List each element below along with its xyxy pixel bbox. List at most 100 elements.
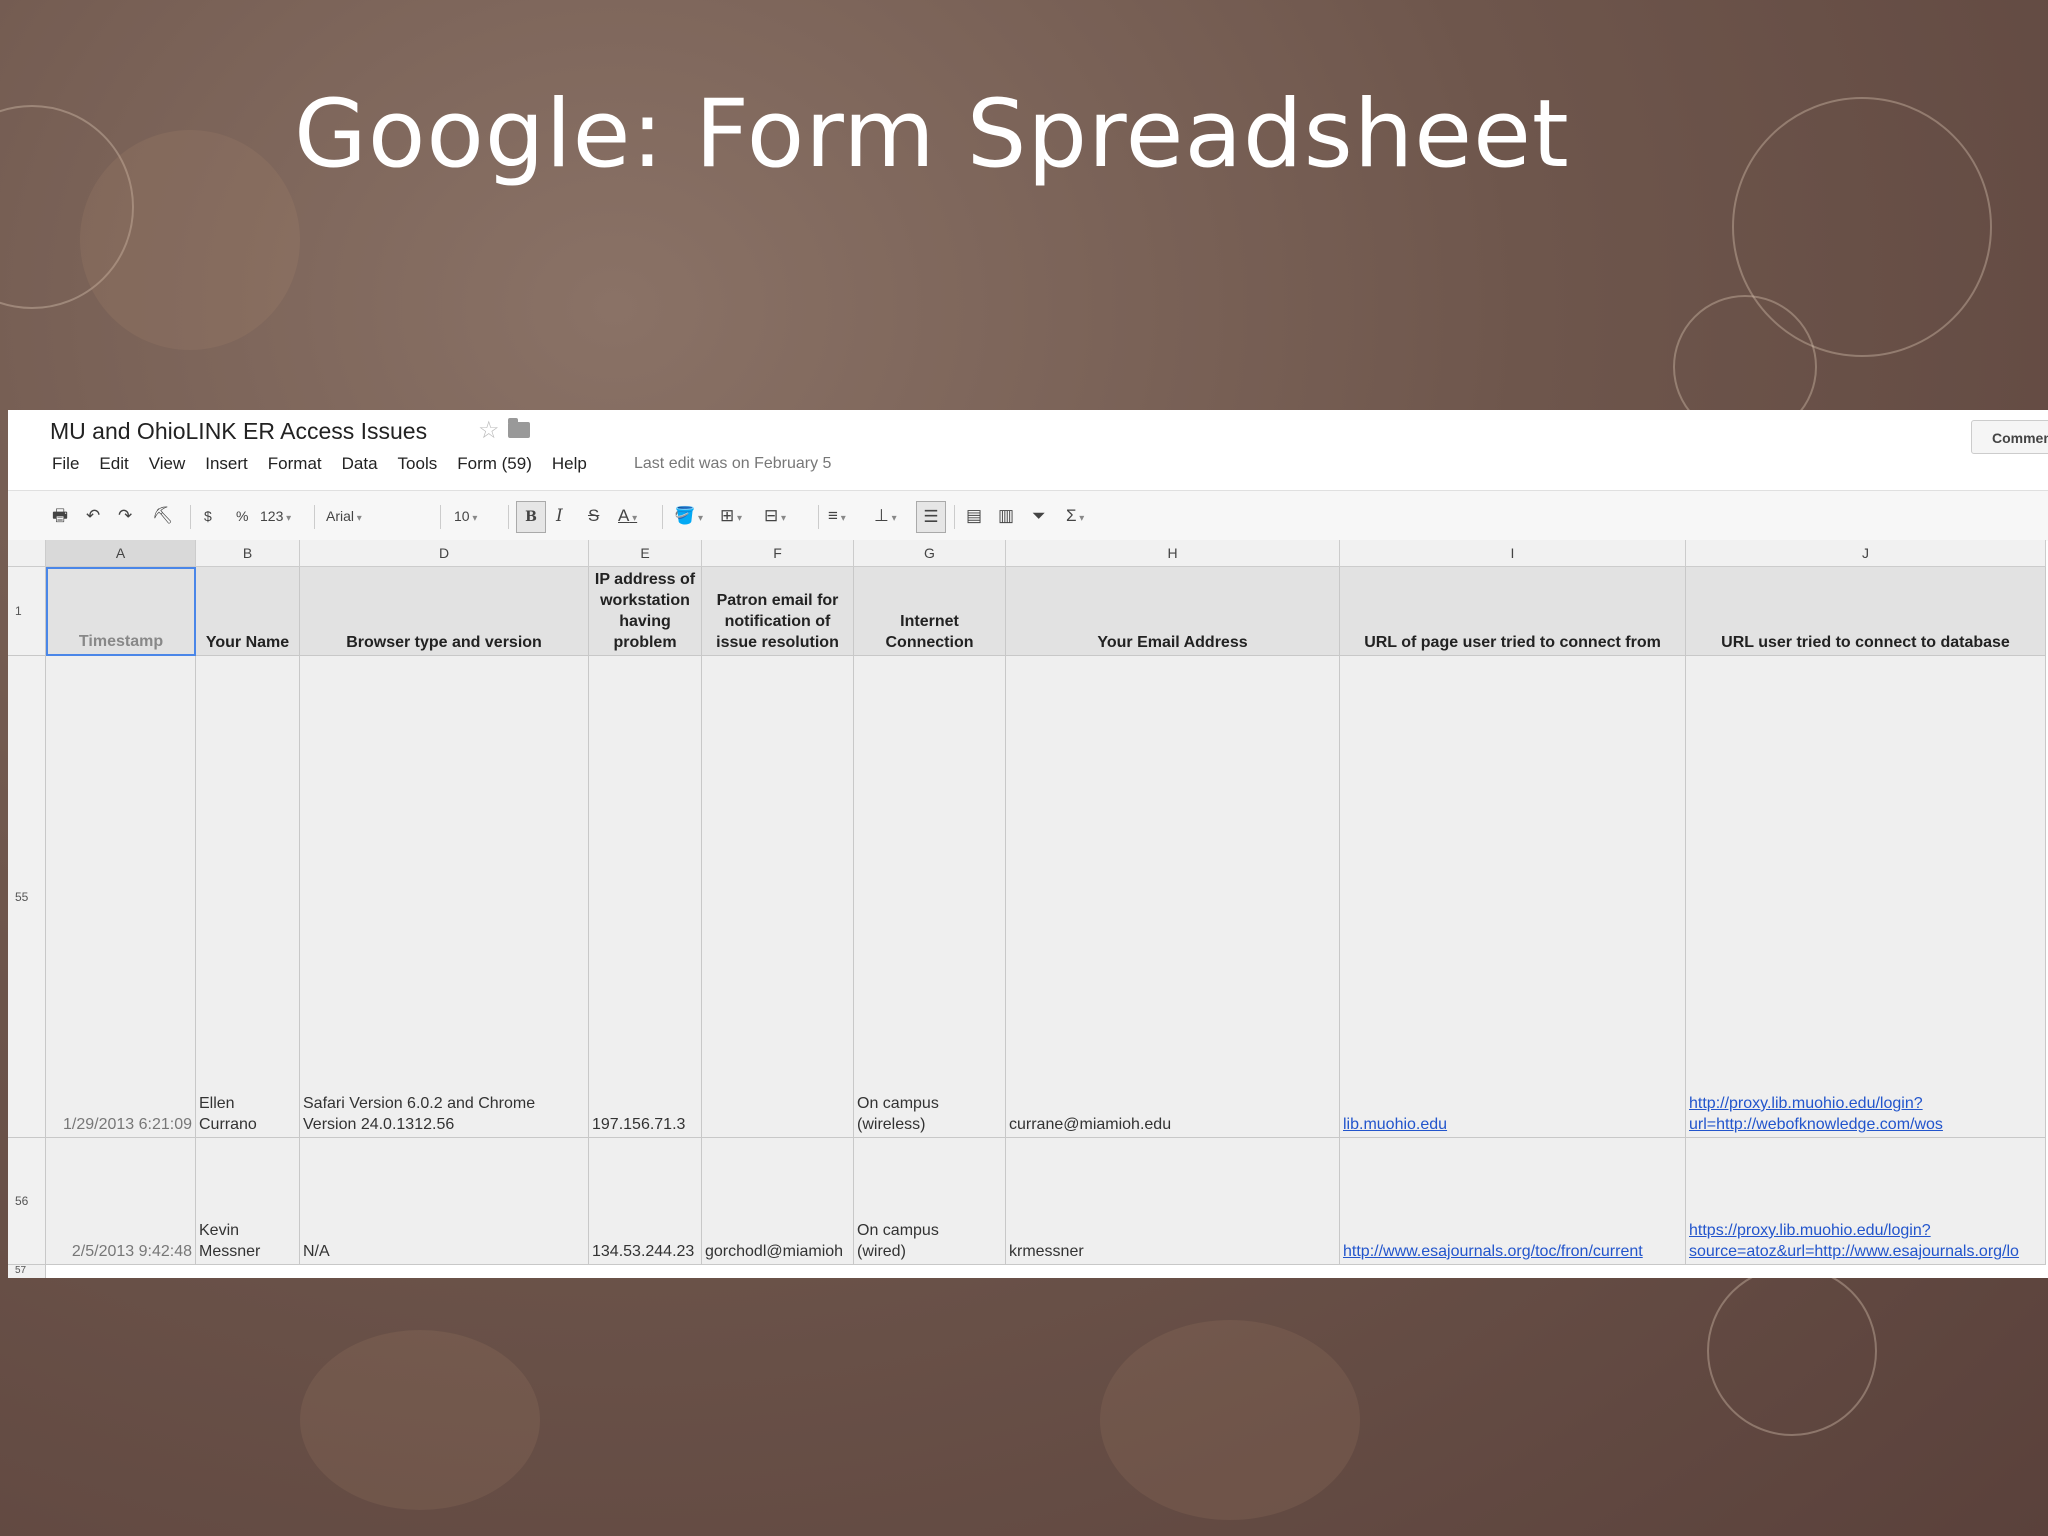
db-url-cell[interactable]: https://proxy.lib.muohio.edu/login? sour… — [1686, 1138, 2046, 1265]
folder-icon[interactable] — [508, 418, 530, 438]
corner-cell[interactable] — [8, 540, 46, 566]
header-cell[interactable]: Internet Connection — [854, 567, 1006, 656]
menu-insert[interactable]: Insert — [205, 454, 248, 474]
menu-form[interactable]: Form (59) — [457, 454, 532, 474]
db-url-cell[interactable]: http://proxy.lib.muohio.edu/login? url=h… — [1686, 656, 2046, 1138]
redo-icon[interactable]: ↷ — [118, 501, 132, 531]
number-format-dropdown[interactable]: 123 — [260, 501, 291, 531]
column-header[interactable]: A — [46, 540, 196, 566]
cell-line: Currano — [199, 1116, 257, 1133]
last-edit-status[interactable]: Last edit was on February 5 — [634, 455, 831, 473]
header-cell[interactable]: Browser type and version — [300, 567, 589, 656]
bokeh-circle — [1100, 1320, 1360, 1520]
vertical-align-icon[interactable]: ⊥ — [874, 501, 897, 531]
column-header[interactable]: E — [589, 540, 702, 566]
table-row: 56 2/5/2013 9:42:48 Kevin Messner N/A 13… — [8, 1138, 2046, 1265]
slide-title: Google: Form Spreadsheet — [294, 80, 1570, 189]
strikethrough-button[interactable]: S — [588, 501, 599, 531]
row-header[interactable]: 1 — [8, 567, 46, 656]
header-cell[interactable]: URL of page user tried to connect from — [1340, 567, 1686, 656]
font-family-dropdown[interactable]: Arial — [326, 501, 430, 531]
star-icon[interactable]: ☆ — [478, 416, 500, 445]
menu-bar: File Edit View Insert Format Data Tools … — [52, 454, 587, 474]
column-header[interactable]: F — [702, 540, 854, 566]
undo-icon[interactable]: ↶ — [86, 501, 100, 531]
row-header[interactable]: 56 — [8, 1138, 46, 1265]
column-header[interactable]: G — [854, 540, 1006, 566]
currency-format-button[interactable]: $ — [204, 501, 212, 531]
cell-line: Messner — [199, 1243, 261, 1260]
patron-email-cell[interactable]: gorchodl@miamioh — [702, 1138, 854, 1265]
functions-button[interactable]: Σ — [1066, 501, 1084, 531]
cell-line: Kevin — [199, 1222, 240, 1239]
ip-cell[interactable]: 134.53.244.23 — [589, 1138, 702, 1265]
bokeh-circle — [300, 1330, 540, 1510]
filter-icon[interactable]: ⏷ — [1032, 501, 1046, 531]
url-link[interactable]: http://www.esajournals.org/toc/fron/curr… — [1343, 1241, 1682, 1262]
email-cell[interactable]: krmessner — [1006, 1138, 1340, 1265]
italic-button[interactable]: I — [556, 501, 563, 531]
browser-cell[interactable]: Safari Version 6.0.2 and Chrome Version … — [300, 656, 589, 1138]
paint-format-icon[interactable]: ⛏ — [152, 501, 174, 531]
comment-icon[interactable]: ▤ — [966, 501, 982, 531]
timestamp-cell[interactable]: 1/29/2013 6:21:09 — [46, 656, 196, 1138]
menu-tools[interactable]: Tools — [398, 454, 438, 474]
browser-cell[interactable]: N/A — [300, 1138, 589, 1265]
from-url-cell[interactable]: lib.muohio.edu — [1340, 656, 1686, 1138]
menu-help[interactable]: Help — [552, 454, 587, 474]
patron-email-cell[interactable] — [702, 656, 854, 1138]
email-cell[interactable]: currane@miamioh.edu — [1006, 656, 1340, 1138]
menu-file[interactable]: File — [52, 454, 79, 474]
header-cell[interactable]: Your Email Address — [1006, 567, 1340, 656]
url-link[interactable]: source=atoz&url=http://www.esajournals.o… — [1689, 1241, 2042, 1262]
menu-data[interactable]: Data — [342, 454, 378, 474]
header-cell[interactable]: IP address of workstation having problem — [589, 567, 702, 656]
document-title[interactable]: MU and OhioLINK ER Access Issues — [50, 418, 427, 445]
wrap-text-icon[interactable]: ☰ — [916, 501, 946, 533]
cell-line: Ellen — [199, 1095, 235, 1112]
chart-icon[interactable]: ▥ — [998, 501, 1014, 531]
merge-cells-icon[interactable]: ⊟ — [764, 501, 786, 531]
url-link[interactable]: lib.muohio.edu — [1343, 1114, 1682, 1135]
from-url-cell[interactable]: http://www.esajournals.org/toc/fron/curr… — [1340, 1138, 1686, 1265]
percent-format-button[interactable]: % — [236, 501, 248, 531]
bokeh-circle — [1732, 97, 1992, 357]
font-size-dropdown[interactable]: 10 — [454, 501, 477, 531]
menu-view[interactable]: View — [149, 454, 186, 474]
borders-icon[interactable]: ⊞ — [720, 501, 742, 531]
connection-cell[interactable]: On campus (wired) — [854, 1138, 1006, 1265]
menu-edit[interactable]: Edit — [99, 454, 128, 474]
column-header[interactable]: B — [196, 540, 300, 566]
bold-button[interactable]: B — [516, 501, 546, 533]
align-icon[interactable]: ≡ — [828, 501, 846, 531]
url-link[interactable]: http://proxy.lib.muohio.edu/login? — [1689, 1093, 2042, 1114]
column-header[interactable]: I — [1340, 540, 1686, 566]
row-header[interactable]: 57 — [8, 1265, 46, 1278]
header-cell[interactable]: Timestamp — [46, 567, 196, 656]
connection-cell[interactable]: On campus (wireless) — [854, 656, 1006, 1138]
name-cell[interactable]: Kevin Messner — [196, 1138, 300, 1265]
header-cell[interactable]: Your Name — [196, 567, 300, 656]
table-row: 1 Timestamp Your Name Browser type and v… — [8, 567, 2046, 656]
menu-format[interactable]: Format — [268, 454, 322, 474]
name-cell[interactable]: Ellen Currano — [196, 656, 300, 1138]
url-link[interactable]: https://proxy.lib.muohio.edu/login? — [1689, 1220, 2042, 1241]
cell-line: On campus — [857, 1095, 939, 1112]
url-link[interactable]: url=http://webofknowledge.com/wos — [1689, 1114, 2042, 1135]
row-header[interactable]: 55 — [8, 656, 46, 1138]
header-cell[interactable]: Patron email for notification of issue r… — [702, 567, 854, 656]
print-icon[interactable]: 🖶 — [52, 501, 68, 531]
bokeh-circle — [80, 130, 300, 350]
cell-line: Version 24.0.1312.56 — [303, 1116, 455, 1133]
text-color-button[interactable]: A — [618, 501, 637, 531]
column-header[interactable]: H — [1006, 540, 1340, 566]
column-header[interactable]: D — [300, 540, 589, 566]
timestamp-cell[interactable]: 2/5/2013 9:42:48 — [46, 1138, 196, 1265]
fill-color-icon[interactable]: 🪣 — [674, 501, 703, 531]
header-cell[interactable]: URL user tried to connect to database — [1686, 567, 2046, 656]
comment-button[interactable]: Comment — [1971, 420, 2048, 454]
column-headers: A B D E F G H I J — [8, 540, 2046, 567]
cell-line: On campus — [857, 1222, 939, 1239]
ip-cell[interactable]: 197.156.71.3 — [589, 656, 702, 1138]
column-header[interactable]: J — [1686, 540, 2046, 566]
